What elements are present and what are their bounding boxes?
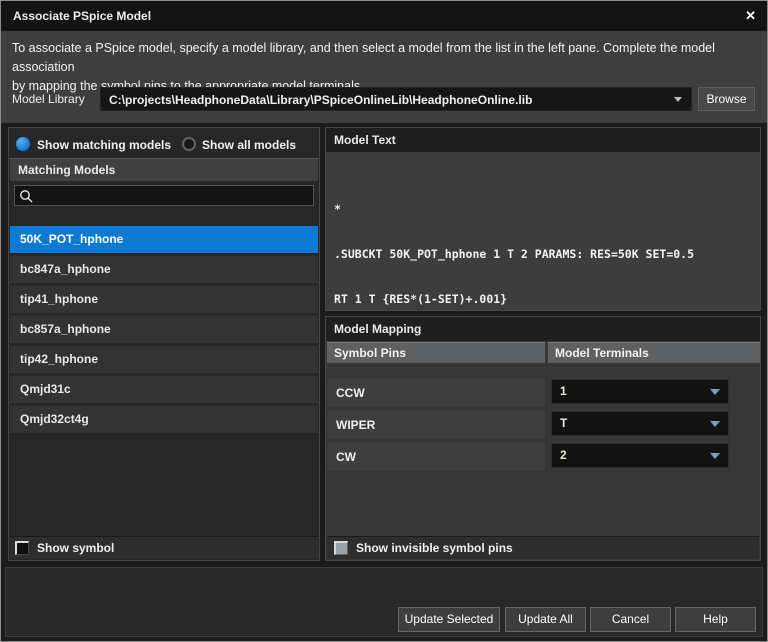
radio-show-all-label[interactable]: Show all models [202, 138, 296, 152]
symbol-pin-cell: CCW [327, 379, 545, 407]
terminal-value: 1 [560, 384, 567, 398]
models-panel: Show matching models Show all models Mat… [8, 127, 320, 561]
header-band: To associate a PSpice model, specify a m… [1, 31, 767, 123]
show-symbol-checkbox[interactable] [15, 541, 29, 555]
model-mapping-header: Model Mapping [326, 317, 760, 341]
model-search-input[interactable] [37, 187, 311, 206]
model-library-path: C:\projects\HeadphoneData\Library\PSpice… [109, 93, 533, 107]
chevron-down-icon[interactable] [710, 421, 720, 427]
code-line: .SUBCKT 50K_POT_hphone 1 T 2 PARAMS: RES… [334, 247, 695, 261]
chevron-down-icon[interactable] [710, 389, 720, 395]
model-list-item[interactable]: tip42_hphone [10, 346, 318, 373]
title-bar: Associate PSpice Model ✕ [1, 1, 767, 31]
chevron-down-icon[interactable] [710, 453, 720, 459]
model-list-item[interactable]: tip41_hphone [10, 286, 318, 313]
show-symbol-label[interactable]: Show symbol [37, 537, 114, 559]
model-library-combobox[interactable]: C:\projects\HeadphoneData\Library\PSpice… [100, 87, 692, 111]
instruction-line-1: To associate a PSpice model, specify a m… [12, 41, 715, 74]
dialog-title: Associate PSpice Model [13, 9, 152, 23]
model-mapping-panel: Model Mapping Symbol Pins Model Terminal… [325, 316, 761, 561]
show-symbol-strip: Show symbol [10, 536, 318, 559]
model-list-item[interactable]: Qmjd32ct4g [10, 406, 318, 433]
search-icon [20, 190, 33, 203]
radio-show-all-models[interactable] [182, 137, 196, 151]
terminal-value: 2 [560, 448, 567, 462]
model-list-item[interactable]: Qmjd31c [10, 376, 318, 403]
chevron-down-icon[interactable] [674, 97, 682, 102]
associate-pspice-model-dialog: Associate PSpice Model ✕ To associate a … [0, 0, 768, 642]
code-line: * [334, 202, 341, 216]
model-text-panel: Model Text * .SUBCKT 50K_POT_hphone 1 T … [325, 127, 761, 396]
model-search-box[interactable] [14, 185, 314, 206]
update-selected-button[interactable]: Update Selected [398, 607, 500, 632]
update-all-button[interactable]: Update All [505, 607, 586, 632]
footer-bar: Update Selected Update All Cancel Help [5, 567, 763, 637]
matching-models-header: Matching Models [10, 158, 318, 181]
symbol-pin-cell: WIPER [327, 411, 545, 439]
show-invisible-pins-label[interactable]: Show invisible symbol pins [356, 537, 513, 559]
code-line: RT 1 T {RES*(1-SET)+.001} [334, 292, 508, 306]
cancel-button[interactable]: Cancel [590, 607, 671, 632]
terminal-value: T [560, 416, 568, 430]
terminal-dropdown[interactable]: 1 [551, 379, 729, 404]
filter-radio-row: Show matching models Show all models [9, 133, 319, 155]
radio-show-matching-models[interactable] [15, 136, 31, 152]
model-list-item[interactable]: bc857a_hphone [10, 316, 318, 343]
show-invisible-pins-strip: Show invisible symbol pins [327, 536, 759, 559]
symbol-pin-cell: CW [327, 443, 545, 471]
terminal-dropdown[interactable]: 2 [551, 443, 729, 468]
browse-button[interactable]: Browse [698, 87, 755, 111]
radio-show-matching-label[interactable]: Show matching models [37, 138, 171, 152]
model-text-header: Model Text [326, 128, 760, 152]
model-library-label: Model Library [12, 92, 85, 106]
model-list-item[interactable]: 50K_POT_hphone [10, 226, 318, 253]
terminal-dropdown[interactable]: T [551, 411, 729, 436]
model-list-item[interactable]: bc847a_hphone [10, 256, 318, 283]
column-header-symbol-pins: Symbol Pins [327, 342, 545, 363]
help-button[interactable]: Help [675, 607, 756, 632]
close-icon[interactable]: ✕ [745, 8, 756, 24]
column-header-model-terminals: Model Terminals [548, 342, 760, 363]
show-invisible-pins-checkbox[interactable] [334, 541, 348, 555]
